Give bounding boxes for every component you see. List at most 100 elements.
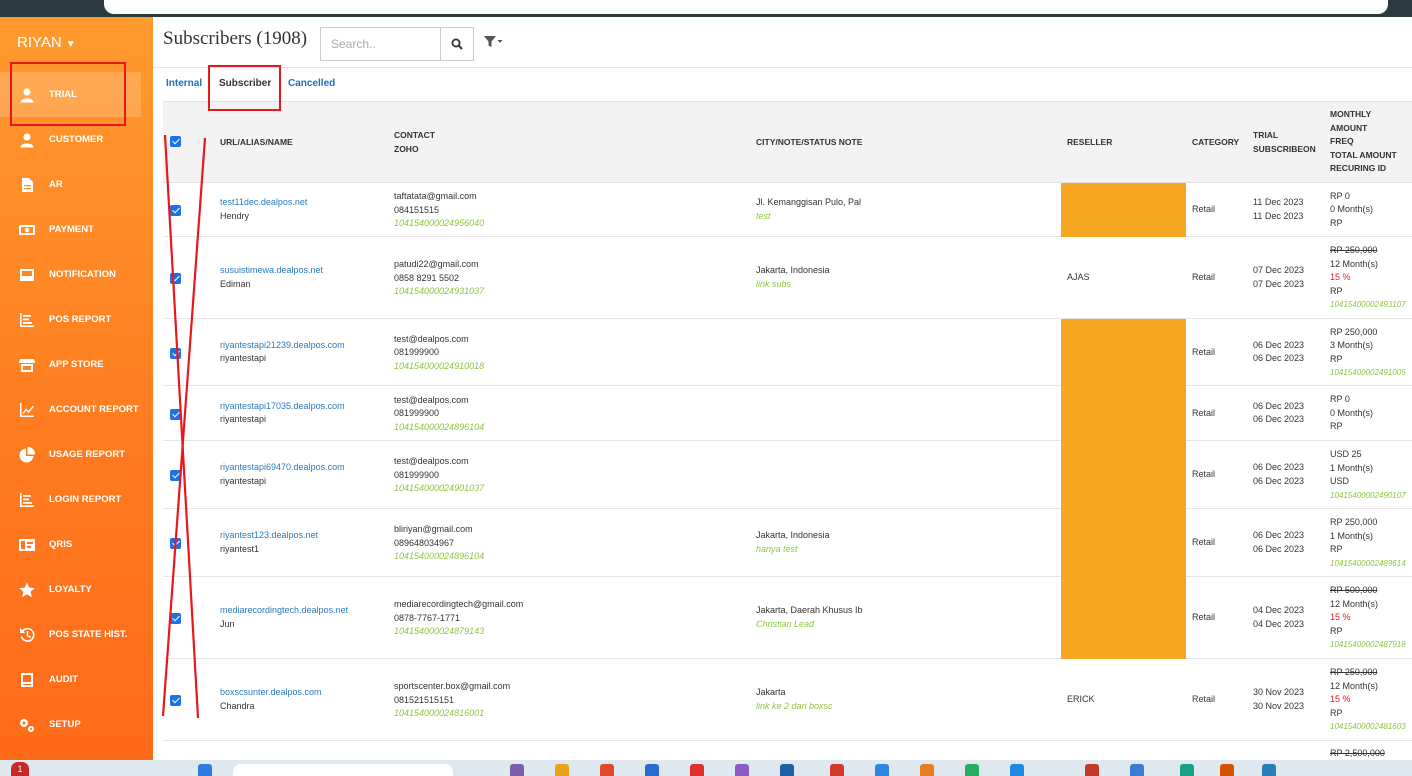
sidebar-item-audit[interactable]: AUDIT bbox=[0, 657, 153, 702]
row-freq: 1 Month(s) bbox=[1330, 530, 1374, 541]
taskbar-search[interactable] bbox=[233, 764, 453, 776]
sidebar-item-pos-state-hist[interactable]: POS STATE HIST. bbox=[0, 612, 153, 657]
row-contact-cell: mediarecordingtech@gmail.com 0878-7767-17… bbox=[394, 598, 523, 639]
row-url-link[interactable]: test11dec.dealpos.net bbox=[220, 196, 307, 210]
col-freq-line: FREQ bbox=[1330, 136, 1354, 146]
table-row[interactable]: boxscsunter.dealpos.com Chandra sportscent… bbox=[163, 659, 1412, 741]
app-icon[interactable] bbox=[1262, 764, 1276, 776]
money-icon bbox=[18, 222, 36, 238]
app-icon[interactable] bbox=[600, 764, 614, 776]
row-contact-cell: test@dealpos.com 081999900 104154000024910… bbox=[394, 333, 484, 374]
tab-internal[interactable]: Internal bbox=[166, 78, 202, 89]
row-checkbox[interactable] bbox=[170, 470, 181, 481]
table-row[interactable]: mediarecordingtech.dealpos.net Jun mediare… bbox=[163, 577, 1412, 659]
row-checkbox[interactable] bbox=[170, 695, 181, 706]
row-checkbox[interactable] bbox=[170, 347, 181, 359]
select-all-checkbox[interactable] bbox=[170, 136, 181, 147]
sidebar-item-label: USAGE REPORT bbox=[49, 449, 126, 460]
col-monthly: MONTHLY AMOUNT FREQ TOTAL AMOUNT RECURIN… bbox=[1330, 108, 1397, 176]
star-icon bbox=[18, 582, 36, 598]
table-row[interactable]: test11dec.dealpos.net Hendry taftatata@gma… bbox=[163, 183, 1412, 237]
table-row[interactable]: riyantestapi69470.dealpos.com riyantestap… bbox=[163, 441, 1412, 509]
row-amount: RP 0 bbox=[1330, 190, 1350, 201]
tab-cancelled[interactable]: Cancelled bbox=[288, 78, 335, 89]
sidebar-item-usage-report[interactable]: USAGE REPORT bbox=[0, 432, 153, 477]
calendar-icon[interactable] bbox=[1130, 764, 1144, 776]
address-bar[interactable] bbox=[104, 0, 1388, 14]
row-monthly-cell: RP 250,000 12 Month(s) 15 % RP 1041540000249… bbox=[1330, 244, 1406, 312]
list-report-icon bbox=[18, 312, 36, 328]
app-icon[interactable] bbox=[735, 764, 749, 776]
row-name: riyantestapi bbox=[220, 414, 267, 424]
sidebar-item-qris[interactable]: QRIS bbox=[0, 522, 153, 567]
row-checkbox[interactable] bbox=[170, 538, 181, 549]
app-icon[interactable] bbox=[510, 764, 524, 776]
sidebar-item-ar[interactable]: AR bbox=[0, 162, 153, 207]
table-row[interactable]: riyantestapi17035.dealpos.com riyantestap… bbox=[163, 386, 1412, 441]
folder-icon[interactable] bbox=[555, 764, 569, 776]
row-url-link[interactable]: riyantestapi69470.dealpos.com bbox=[220, 461, 345, 475]
row-category: Retail bbox=[1192, 469, 1216, 479]
row-url-cell: riyantestapi21239.dealpos.com riyantestap… bbox=[220, 339, 345, 366]
row-dates-cell: 11 Dec 2023 11 Dec 2023 bbox=[1253, 196, 1303, 223]
app-icon[interactable] bbox=[1180, 764, 1194, 776]
row-url-link[interactable]: susuistimewa.dealpos.net bbox=[220, 264, 323, 278]
app-icon[interactable] bbox=[830, 764, 844, 776]
app-icon[interactable] bbox=[690, 764, 704, 776]
row-url-link[interactable]: riyantestapi17035.dealpos.com bbox=[220, 400, 345, 414]
row-monthly-cell: RP 0 0 Month(s) RP bbox=[1330, 393, 1373, 434]
row-checkbox[interactable] bbox=[170, 408, 181, 420]
sidebar: RIYAN ▼ TRIAL CUSTOMER AR PAYMENT NOTIFICATIO… bbox=[0, 17, 153, 760]
row-contact-cell: bliriyan@gmail.com 089648034967 1041540000… bbox=[394, 523, 484, 564]
table-row[interactable]: susuistimewa.dealpos.net Ediman patudi22@g… bbox=[163, 237, 1412, 319]
sidebar-item-label: SETUP bbox=[49, 719, 81, 730]
row-email: patudi22@gmail.com bbox=[394, 259, 479, 269]
row-email: test@dealpos.com bbox=[394, 333, 469, 344]
row-url-cell: test11dec.dealpos.net Hendry bbox=[220, 196, 307, 223]
sidebar-item-login-report[interactable]: LOGIN REPORT bbox=[0, 477, 153, 522]
sidebar-item-payment[interactable]: PAYMENT bbox=[0, 207, 153, 252]
col-subscribeon-line: SUBSCRIBEON bbox=[1253, 143, 1316, 154]
table-row[interactable]: riyantestapi21239.dealpos.com riyantestap… bbox=[163, 319, 1412, 386]
table-row[interactable]: riyantest123.dealpos.net riyantest1 bliriy… bbox=[163, 509, 1412, 577]
row-url-link[interactable]: riyantest123.dealpos.net bbox=[220, 529, 318, 543]
row-url-link[interactable]: mediarecordingtech.dealpos.net bbox=[220, 604, 348, 618]
app-icon[interactable] bbox=[645, 764, 659, 776]
row-url-link[interactable]: riyantestapi21239.dealpos.com bbox=[220, 339, 345, 353]
app-icon[interactable] bbox=[1220, 764, 1234, 776]
row-trial-date: 06 Dec 2023 bbox=[1253, 530, 1305, 540]
sidebar-item-notification[interactable]: NOTIFICATION bbox=[0, 252, 153, 297]
row-subscribe-date: 06 Dec 2023 bbox=[1253, 353, 1305, 363]
start-icon[interactable] bbox=[198, 764, 212, 776]
search-input[interactable] bbox=[320, 27, 441, 61]
app-icon[interactable] bbox=[875, 764, 889, 776]
row-checkbox[interactable] bbox=[170, 273, 181, 284]
app-icon[interactable] bbox=[1010, 764, 1024, 776]
sidebar-item-loyalty[interactable]: LOYALTY bbox=[0, 567, 153, 612]
app-icon[interactable] bbox=[920, 764, 934, 776]
row-url-link[interactable]: boxscsunter.dealpos.com bbox=[220, 686, 322, 700]
row-amount: RP 500,000 bbox=[1330, 585, 1378, 596]
row-url-cell: riyantestapi69470.dealpos.com riyantestap… bbox=[220, 461, 345, 488]
row-reseller: ERICK bbox=[1067, 694, 1095, 704]
row-trial-date: 06 Dec 2023 bbox=[1253, 339, 1305, 350]
row-phone: 0858 8291 5502 bbox=[394, 272, 460, 283]
sidebar-item-pos-report[interactable]: POS REPORT bbox=[0, 297, 153, 342]
row-category: Retail bbox=[1192, 537, 1216, 547]
notification-badge[interactable]: 1 bbox=[11, 762, 29, 776]
app-icon[interactable] bbox=[1085, 764, 1099, 776]
search-button[interactable] bbox=[440, 27, 474, 61]
filter-button[interactable] bbox=[484, 34, 504, 50]
sidebar-item-account-report[interactable]: ACCOUNT REPORT bbox=[0, 387, 153, 432]
sidebar-item-app-store[interactable]: APP STORE bbox=[0, 342, 153, 387]
row-checkbox[interactable] bbox=[170, 613, 181, 624]
document-icon bbox=[18, 177, 36, 193]
user-menu[interactable]: RIYAN ▼ bbox=[17, 34, 76, 51]
row-checkbox[interactable] bbox=[170, 205, 181, 216]
app-icon[interactable] bbox=[965, 764, 979, 776]
row-subscribe-date: 30 Nov 2023 bbox=[1253, 700, 1305, 711]
sidebar-item-setup[interactable]: SETUP bbox=[0, 702, 153, 747]
mail-icon[interactable] bbox=[780, 764, 794, 776]
col-total-line: TOTAL AMOUNT bbox=[1330, 149, 1397, 160]
sidebar-nav: TRIAL CUSTOMER AR PAYMENT NOTIFICATION POS RE… bbox=[0, 72, 153, 747]
